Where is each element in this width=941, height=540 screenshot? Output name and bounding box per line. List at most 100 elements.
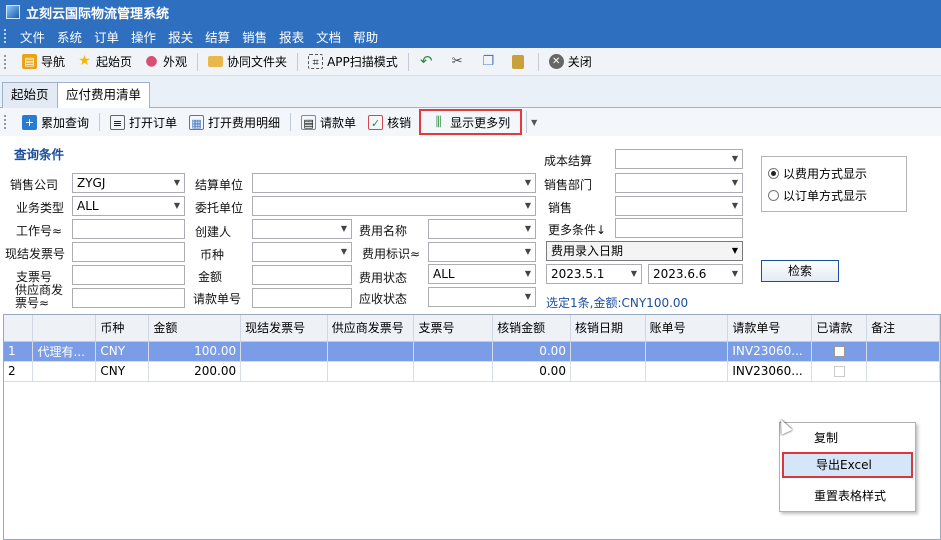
toolbar-overflow-button[interactable]: ▼	[526, 111, 541, 133]
cell-supplier-invoice[interactable]	[327, 341, 415, 362]
table-row[interactable]: 2 CNY 200.00 0.00 INV23060...	[4, 361, 940, 382]
menu-sales[interactable]: 销售	[236, 27, 273, 46]
creator-select[interactable]: ▼	[252, 219, 352, 239]
column-header-currency[interactable]: 币种	[95, 315, 150, 342]
table-row[interactable]: 1 代理有... CNY 100.00 0.00 INV23060...	[4, 341, 940, 362]
write-off-button[interactable]: ✓ 核销	[362, 111, 417, 133]
fee-flag-select[interactable]: ▼	[428, 242, 536, 262]
column-header-writeoff-date[interactable]: 核销日期	[570, 315, 646, 342]
cell-currency[interactable]: CNY	[95, 341, 150, 362]
column-header-writeoff-amount[interactable]: 核销金额	[492, 315, 571, 342]
cell-check-no[interactable]	[413, 341, 494, 362]
cost-settle-select[interactable]: ▼	[615, 149, 743, 169]
search-button[interactable]: 检索	[761, 260, 839, 282]
column-header-check-no[interactable]: 支票号	[413, 315, 494, 342]
settle-unit-select[interactable]: ▼	[252, 173, 536, 193]
cell-name[interactable]: 代理有...	[32, 341, 97, 362]
fee-status-select[interactable]: ALL ▼	[428, 264, 536, 284]
column-header-invoice-no[interactable]: 现结发票号	[240, 315, 328, 342]
cell-writeoff-amount[interactable]: 0.00	[492, 341, 571, 362]
appearance-button[interactable]: ● 外观	[138, 51, 193, 73]
request-no-input[interactable]	[252, 288, 352, 308]
column-header-request-no[interactable]: 请款单号	[727, 315, 813, 342]
cumulative-query-button[interactable]: + 累加查询	[16, 111, 95, 133]
cell-request-no[interactable]: INV23060...	[727, 341, 813, 362]
requested-checkbox[interactable]	[833, 346, 845, 357]
cell-requested[interactable]	[811, 361, 868, 382]
start-page-button[interactable]: ★ 起始页	[71, 51, 138, 73]
cell-name[interactable]	[32, 361, 97, 382]
sales-company-select[interactable]: ZYGJ ▼	[72, 173, 185, 193]
sales-dept-select[interactable]: ▼	[615, 173, 743, 193]
menu-operation[interactable]: 操作	[125, 27, 162, 46]
cell-requested[interactable]	[811, 341, 868, 362]
column-header-supplier-invoice[interactable]: 供应商发票号	[327, 315, 415, 342]
context-reset-style-item[interactable]: 重置表格样式	[782, 483, 913, 509]
cell-writeoff-amount[interactable]: 0.00	[492, 361, 571, 382]
cell-remark[interactable]	[866, 341, 940, 362]
column-header-remark[interactable]: 备注	[866, 315, 940, 342]
menu-system[interactable]: 系统	[51, 27, 88, 46]
cut-button[interactable]: ✂	[444, 51, 475, 73]
column-header[interactable]	[32, 315, 97, 342]
cell-writeoff-date[interactable]	[570, 341, 646, 362]
cell-invoice-no[interactable]	[240, 361, 328, 382]
open-order-button[interactable]: ≡ 打开订单	[104, 111, 183, 133]
navigation-button[interactable]: ▤ 导航	[16, 51, 71, 73]
receivable-status-select[interactable]: ▼	[428, 287, 536, 307]
cell-invoice-no[interactable]	[240, 341, 328, 362]
column-header-bill-no[interactable]: 账单号	[645, 315, 729, 342]
job-no-input[interactable]	[72, 219, 185, 239]
menu-settlement[interactable]: 结算	[199, 27, 236, 46]
cell-currency[interactable]: CNY	[95, 361, 150, 382]
show-more-columns-button[interactable]: ⫼ 显示更多列	[419, 109, 523, 135]
supplier-invoice-input[interactable]	[72, 288, 185, 308]
app-scan-mode-button[interactable]: ⌗ APP扫描模式	[302, 51, 404, 73]
column-header[interactable]	[4, 315, 34, 342]
cell-amount[interactable]: 200.00	[148, 361, 242, 382]
client-unit-select[interactable]: ▼	[252, 196, 536, 216]
more-conditions-input[interactable]	[615, 218, 743, 238]
cell-check-no[interactable]	[413, 361, 494, 382]
menu-file[interactable]: 文件	[14, 27, 51, 46]
column-header-amount[interactable]: 金额	[148, 315, 242, 342]
menu-report[interactable]: 报表	[273, 27, 310, 46]
display-by-order-radio[interactable]: 以订单方式显示	[768, 187, 867, 204]
cell-remark[interactable]	[866, 361, 940, 382]
cell-bill-no[interactable]	[645, 361, 729, 382]
more-conditions-label[interactable]: 更多条件↓	[548, 221, 606, 238]
check-no-input[interactable]	[72, 265, 185, 285]
copy-button[interactable]: ❐	[475, 51, 506, 73]
cell-bill-no[interactable]	[645, 341, 729, 362]
display-by-fee-radio[interactable]: 以费用方式显示	[768, 165, 867, 182]
cell-writeoff-date[interactable]	[570, 361, 646, 382]
date-to-picker[interactable]: 2023.6.6 ▼	[648, 264, 743, 284]
cell-request-no[interactable]: INV23060...	[727, 361, 813, 382]
close-button[interactable]: ✕ 关闭	[543, 51, 598, 73]
menu-order[interactable]: 订单	[88, 27, 125, 46]
undo-button[interactable]: ↶	[413, 51, 444, 73]
currency-select[interactable]: ▼	[252, 242, 352, 262]
date-type-select[interactable]: 费用录入日期 ▼	[546, 241, 743, 261]
shared-folder-button[interactable]: 协同文件夹	[202, 51, 293, 73]
date-from-picker[interactable]: 2023.5.1 ▼	[546, 264, 642, 284]
column-header-requested[interactable]: 已请款	[811, 315, 868, 342]
requested-checkbox[interactable]	[833, 366, 845, 377]
context-export-excel-item[interactable]: 导出Excel	[782, 452, 913, 478]
context-copy-item[interactable]: 复制	[782, 425, 913, 451]
menu-help[interactable]: 帮助	[347, 27, 384, 46]
paste-button[interactable]	[506, 51, 534, 73]
request-form-button[interactable]: ▤ 请款单	[295, 111, 362, 133]
menu-customs[interactable]: 报关	[162, 27, 199, 46]
sales-select[interactable]: ▼	[615, 196, 743, 216]
open-fee-detail-button[interactable]: ▦ 打开费用明细	[183, 111, 286, 133]
tab-payable-fee-list[interactable]: 应付费用清单	[57, 82, 151, 109]
business-type-select[interactable]: ALL ▼	[72, 196, 185, 216]
invoice-no-input[interactable]	[72, 242, 185, 262]
amount-input[interactable]	[252, 265, 352, 285]
tab-start-page[interactable]: 起始页	[2, 82, 58, 108]
fee-name-select[interactable]: ▼	[428, 219, 536, 239]
cell-amount[interactable]: 100.00	[148, 341, 242, 362]
menu-document[interactable]: 文档	[310, 27, 347, 46]
cell-supplier-invoice[interactable]	[327, 361, 415, 382]
